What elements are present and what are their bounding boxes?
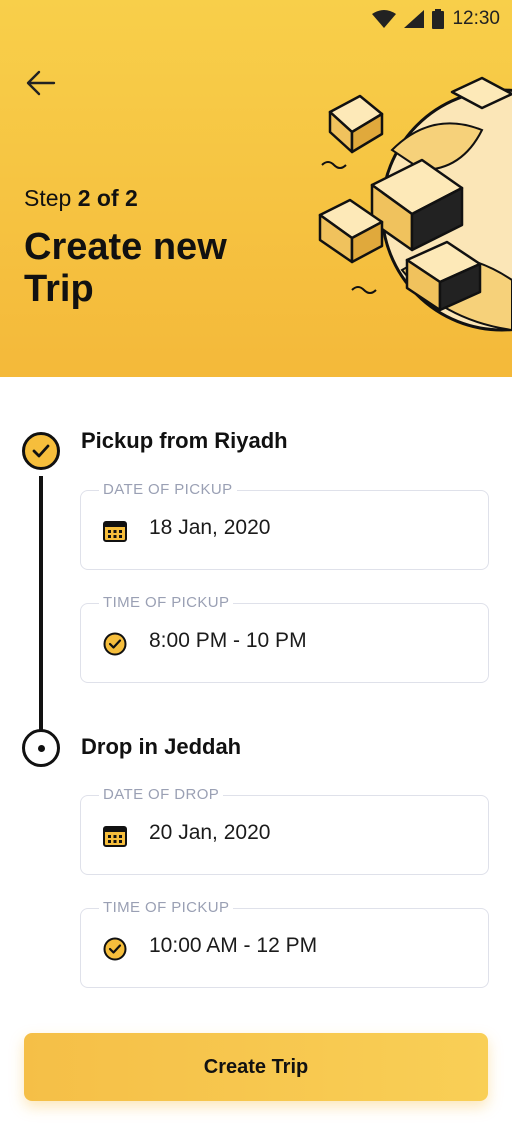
wifi-icon <box>372 10 397 28</box>
back-arrow-icon <box>26 70 56 96</box>
pickup-time-field[interactable]: TIME OF PICKUP 8:00 PM - 10 PM <box>80 594 489 683</box>
drop-date-value: 20 Jan, 2020 <box>149 821 271 844</box>
create-trip-button[interactable]: Create Trip <box>24 1033 488 1101</box>
drop-date-label: DATE OF DROP <box>99 786 224 803</box>
check-icon <box>32 444 50 458</box>
create-trip-label: Create Trip <box>203 1055 309 1078</box>
status-bar: 12:30 <box>372 8 500 30</box>
drop-time-label: TIME OF PICKUP <box>99 899 234 916</box>
pickup-date-value: 18 Jan, 2020 <box>149 516 271 539</box>
step-indicator: Step 2 of 2 <box>24 185 138 212</box>
signal-icon <box>404 10 425 28</box>
drop-date-field[interactable]: DATE OF DROP 20 Jan, 2020 <box>80 786 489 875</box>
timeline-step-done <box>22 432 60 470</box>
pickup-date-field[interactable]: DATE OF PICKUP 18 Jan, 2020 <box>80 481 489 570</box>
pickup-time-label: TIME OF PICKUP <box>99 594 234 611</box>
pickup-date-label: DATE OF PICKUP <box>99 481 237 498</box>
clock-check-icon <box>103 632 127 656</box>
packages-globe-illustration <box>318 76 512 332</box>
header: 12:30 Step 2 of 2 Create new Trip <box>0 0 512 377</box>
pickup-time-value: 8:00 PM - 10 PM <box>149 629 307 652</box>
back-button[interactable] <box>24 66 58 100</box>
page-title: Create new Trip <box>24 226 227 310</box>
timeline-line <box>39 476 43 748</box>
step-value: 2 of 2 <box>77 185 138 211</box>
clock-check-icon <box>103 937 127 961</box>
step-prefix: Step <box>24 185 72 211</box>
drop-section-title: Drop in Jeddah <box>81 734 242 759</box>
calendar-icon <box>103 521 127 542</box>
pickup-section-title: Pickup from Riyadh <box>81 428 288 453</box>
calendar-icon <box>103 826 127 847</box>
battery-icon <box>432 9 445 29</box>
timeline-step-current <box>22 729 60 767</box>
status-time: 12:30 <box>452 8 500 29</box>
drop-time-value: 10:00 AM - 12 PM <box>149 934 318 957</box>
drop-time-field[interactable]: TIME OF PICKUP 10:00 AM - 12 PM <box>80 899 489 988</box>
